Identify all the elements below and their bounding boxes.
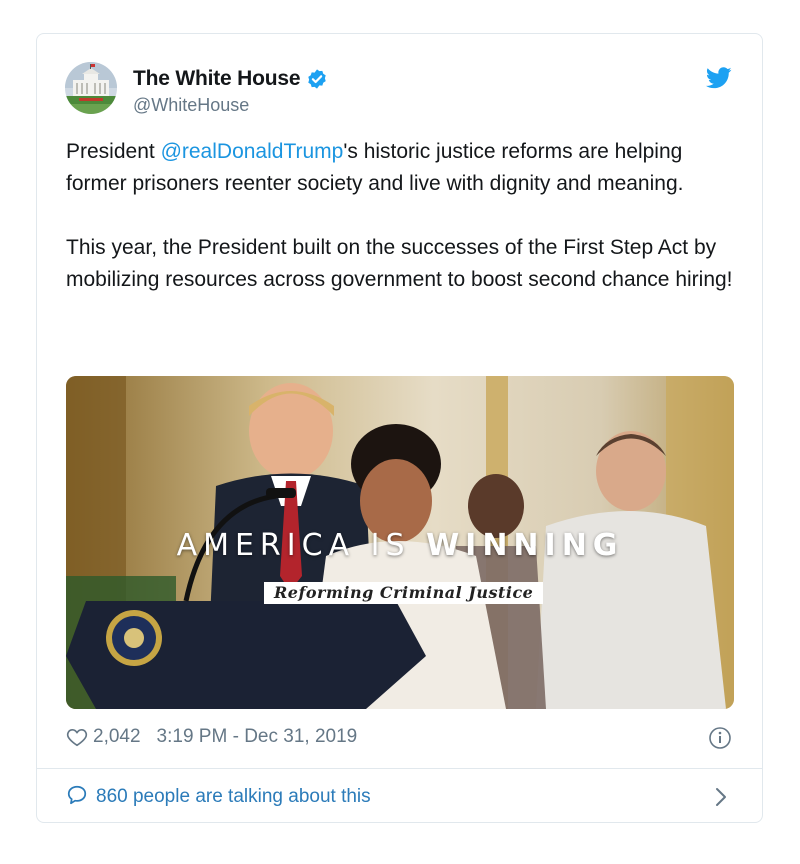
- twitter-bird-icon[interactable]: [706, 67, 732, 89]
- timestamp[interactable]: 3:19 PM - Dec 31, 2019: [157, 726, 358, 748]
- media-subtitle: Reforming Criminal Justice: [264, 582, 544, 604]
- mention-link[interactable]: @realDonaldTrump: [161, 140, 344, 163]
- conversation-link[interactable]: 860 people are talking about this: [66, 782, 732, 812]
- tweet-meta-row: 2,042 3:19 PM - Dec 31, 2019: [66, 726, 357, 748]
- tweet-text-before-mention: President: [66, 140, 161, 163]
- tweet-card: The White House @WhiteHouse President @r…: [36, 33, 763, 823]
- author-display-name[interactable]: The White House: [133, 67, 301, 91]
- author-handle[interactable]: @WhiteHouse: [133, 95, 249, 116]
- heart-icon[interactable]: [66, 726, 88, 748]
- divider: [37, 768, 762, 769]
- tweet-paragraph-1: President @realDonaldTrump's historic ju…: [66, 136, 746, 200]
- tweet-paragraph-2: This year, the President built on the su…: [66, 236, 733, 291]
- chevron-right-icon[interactable]: [714, 787, 728, 807]
- avatar[interactable]: [65, 62, 117, 114]
- author-name-row[interactable]: The White House: [133, 67, 328, 91]
- conversation-count-text[interactable]: 860 people are talking about this: [96, 786, 371, 808]
- tweet-media-image[interactable]: AMERICA IS WINNING Reforming Criminal Ju…: [66, 376, 734, 709]
- like-count[interactable]: 2,042: [93, 726, 141, 748]
- verified-badge-icon: [306, 68, 328, 90]
- tweet-text: President @realDonaldTrump's historic ju…: [66, 136, 746, 328]
- media-headline-bold: WINNING: [426, 528, 624, 563]
- info-icon[interactable]: [708, 726, 732, 750]
- media-headline-light: AMERICA IS: [176, 528, 427, 563]
- comment-bubble-icon: [66, 784, 88, 811]
- media-headline: AMERICA IS WINNING: [66, 528, 734, 563]
